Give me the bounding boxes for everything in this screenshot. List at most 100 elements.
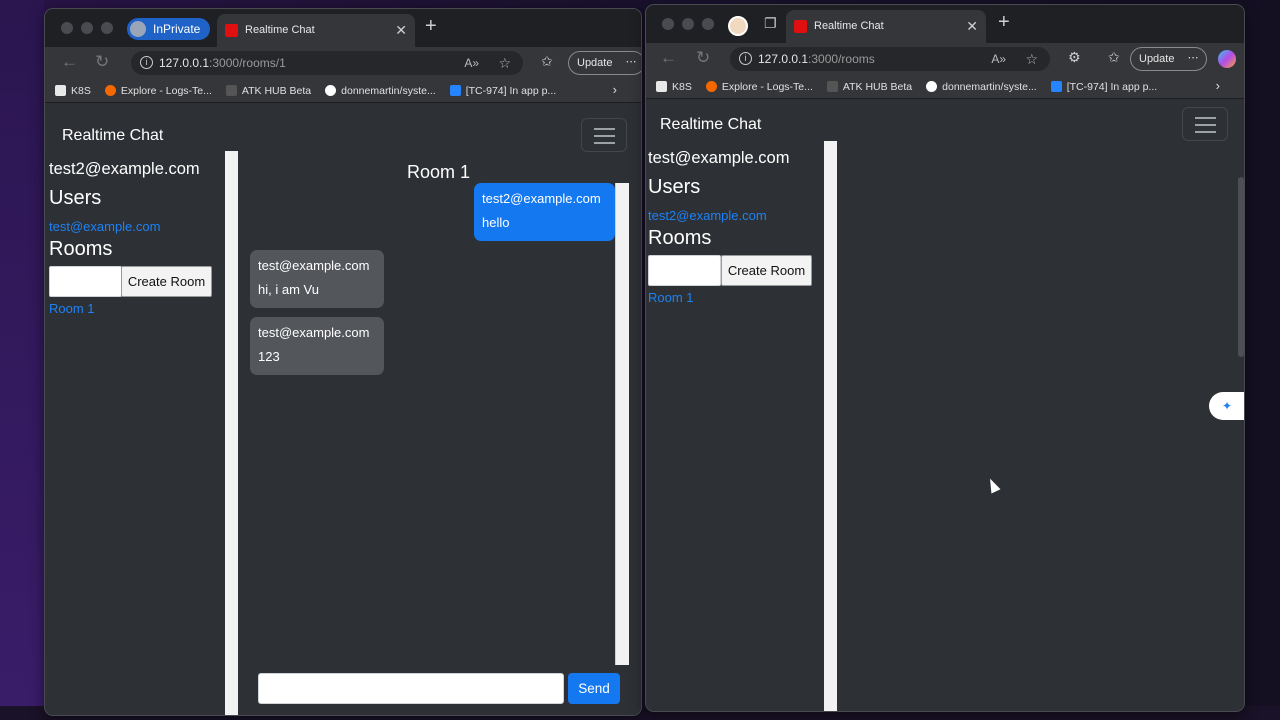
chevron-right-icon[interactable]: › [1216,78,1220,93]
maximize-window-button[interactable] [702,18,714,30]
bookmark-label: K8S [672,80,692,93]
tab-title: Realtime Chat [245,24,315,36]
bookmark-label: ATK HUB Beta [842,80,913,93]
navbar-toggle-button[interactable] [1182,107,1228,141]
favicon-icon [794,20,807,33]
new-tab-icon[interactable]: + [998,11,1010,34]
room-link[interactable]: Room 1 [49,301,95,316]
current-user-email: test@example.com [648,149,790,167]
jira-icon [1050,81,1062,92]
page-scrollbar[interactable] [1238,177,1244,357]
window-controls[interactable] [61,22,113,34]
favorites-icon[interactable]: ✩ [541,53,553,70]
bookmark-explore-logs[interactable]: Explore - Logs-Te... [705,81,813,93]
maximize-window-button[interactable] [101,22,113,34]
close-tab-icon[interactable]: ✕ [395,14,407,47]
workspaces-icon[interactable]: ❐ [764,15,777,32]
bookmark-donnemartin[interactable]: donnemartin/syste... [926,81,1037,93]
notion-icon [656,81,667,92]
copilot-sidebar-button[interactable]: ✦ [1209,392,1244,420]
sidebar-divider [824,141,837,711]
back-icon[interactable]: ← [61,52,78,72]
profile-avatar-icon[interactable] [728,16,748,36]
url-host: 127.0.0.1 [159,56,210,70]
room-title: Room 1 [407,162,471,182]
favorites-icon[interactable]: ✩ [1108,49,1120,66]
bookmark-k8s[interactable]: K8S [55,85,91,97]
read-aloud-icon[interactable]: A» [464,51,479,75]
user-link[interactable]: test2@example.com [648,208,767,223]
bookmark-label: [TC-974] In app p... [465,84,557,97]
new-tab-icon[interactable]: + [425,15,437,38]
atk-icon [225,85,237,96]
minimize-window-button[interactable] [81,22,93,34]
message-sender: test@example.com [258,258,370,273]
navbar-toggle-button[interactable] [581,118,627,152]
navbar-brand[interactable]: Realtime Chat [660,116,761,134]
message-input[interactable] [258,673,564,704]
read-aloud-icon[interactable]: A» [991,47,1006,71]
rooms-heading: Rooms [49,238,113,260]
close-window-button[interactable] [662,18,674,30]
create-room-button[interactable]: Create Room [721,255,812,286]
more-menu-icon[interactable]: ⋯ [1187,47,1198,69]
minimize-window-button[interactable] [682,18,694,30]
bookmark-donnemartin[interactable]: donnemartin/syste... [325,85,436,97]
bookmark-atk-hub[interactable]: ATK HUB Beta [826,80,913,93]
notion-icon [55,85,66,96]
window-controls[interactable] [662,18,714,30]
update-button[interactable]: Update ⋯ [1130,47,1208,71]
favorite-star-icon[interactable]: ☆ [498,51,511,75]
room-link[interactable]: Room 1 [648,290,694,305]
inprivate-badge[interactable]: InPrivate [127,18,211,40]
favicon-icon [225,24,238,37]
url-path: :3000/rooms/1 [209,56,286,70]
message-sender: test2@example.com [482,191,601,206]
refresh-icon[interactable]: ↻ [696,48,710,68]
navbar-brand[interactable]: Realtime Chat [62,127,163,145]
bookmark-k8s[interactable]: K8S [656,81,692,93]
more-menu-icon[interactable]: ⋯ [625,51,636,73]
users-heading: Users [49,187,102,209]
update-label: Update [1139,53,1175,65]
github-icon [325,85,337,96]
jira-icon [449,85,461,96]
message-bubble-other: test@example.com 123 [250,317,384,375]
message-text: 123 [258,349,280,364]
menu-icon-bar [1195,131,1216,133]
send-button[interactable]: Send [568,673,620,704]
bookmark-label: K8S [71,84,91,97]
bookmark-atk-hub[interactable]: ATK HUB Beta [225,84,312,97]
browser-window-left: InPrivate Realtime Chat ✕ + ← ↻ i 127.0.… [44,8,642,716]
create-room-button[interactable]: Create Room [121,266,212,297]
chevron-right-icon[interactable]: › [613,82,617,97]
close-window-button[interactable] [61,22,73,34]
user-link[interactable]: test@example.com [49,219,160,234]
extensions-icon[interactable]: ⚙ [1068,49,1081,66]
room-name-input[interactable] [648,255,721,286]
site-info-icon[interactable]: i [739,52,752,65]
refresh-icon[interactable]: ↻ [95,52,109,72]
inprivate-label: InPrivate [153,22,201,36]
tab-bar: ❐ Realtime Chat ✕ + [646,5,1244,43]
tab-realtime-chat[interactable]: Realtime Chat ✕ [217,14,415,47]
bookmark-tc-974[interactable]: [TC-974] In app p... [449,84,557,97]
favorite-star-icon[interactable]: ☆ [1025,47,1038,71]
rooms-heading: Rooms [648,227,712,249]
address-bar[interactable]: i 127.0.0.1:3000/rooms A» ☆ [730,47,1050,71]
url-path: :3000/rooms [808,52,875,66]
update-button[interactable]: Update ⋯ [568,51,641,75]
message-sender: test@example.com [258,325,370,340]
copilot-icon[interactable] [1218,50,1236,68]
back-icon[interactable]: ← [660,48,677,68]
close-tab-icon[interactable]: ✕ [966,10,978,43]
bookmark-explore-logs[interactable]: Explore - Logs-Te... [104,85,212,97]
bookmark-label: ATK HUB Beta [241,84,312,97]
room-name-input[interactable] [49,266,122,297]
address-bar[interactable]: i 127.0.0.1:3000/rooms/1 A» ☆ [131,51,523,75]
tab-realtime-chat[interactable]: Realtime Chat ✕ [786,10,986,43]
page-content: Realtime Chat test@example.com Users tes… [646,99,1244,711]
bookmark-tc-974[interactable]: [TC-974] In app p... [1050,81,1157,93]
chat-scrollbar[interactable] [615,183,629,665]
site-info-icon[interactable]: i [140,56,153,69]
